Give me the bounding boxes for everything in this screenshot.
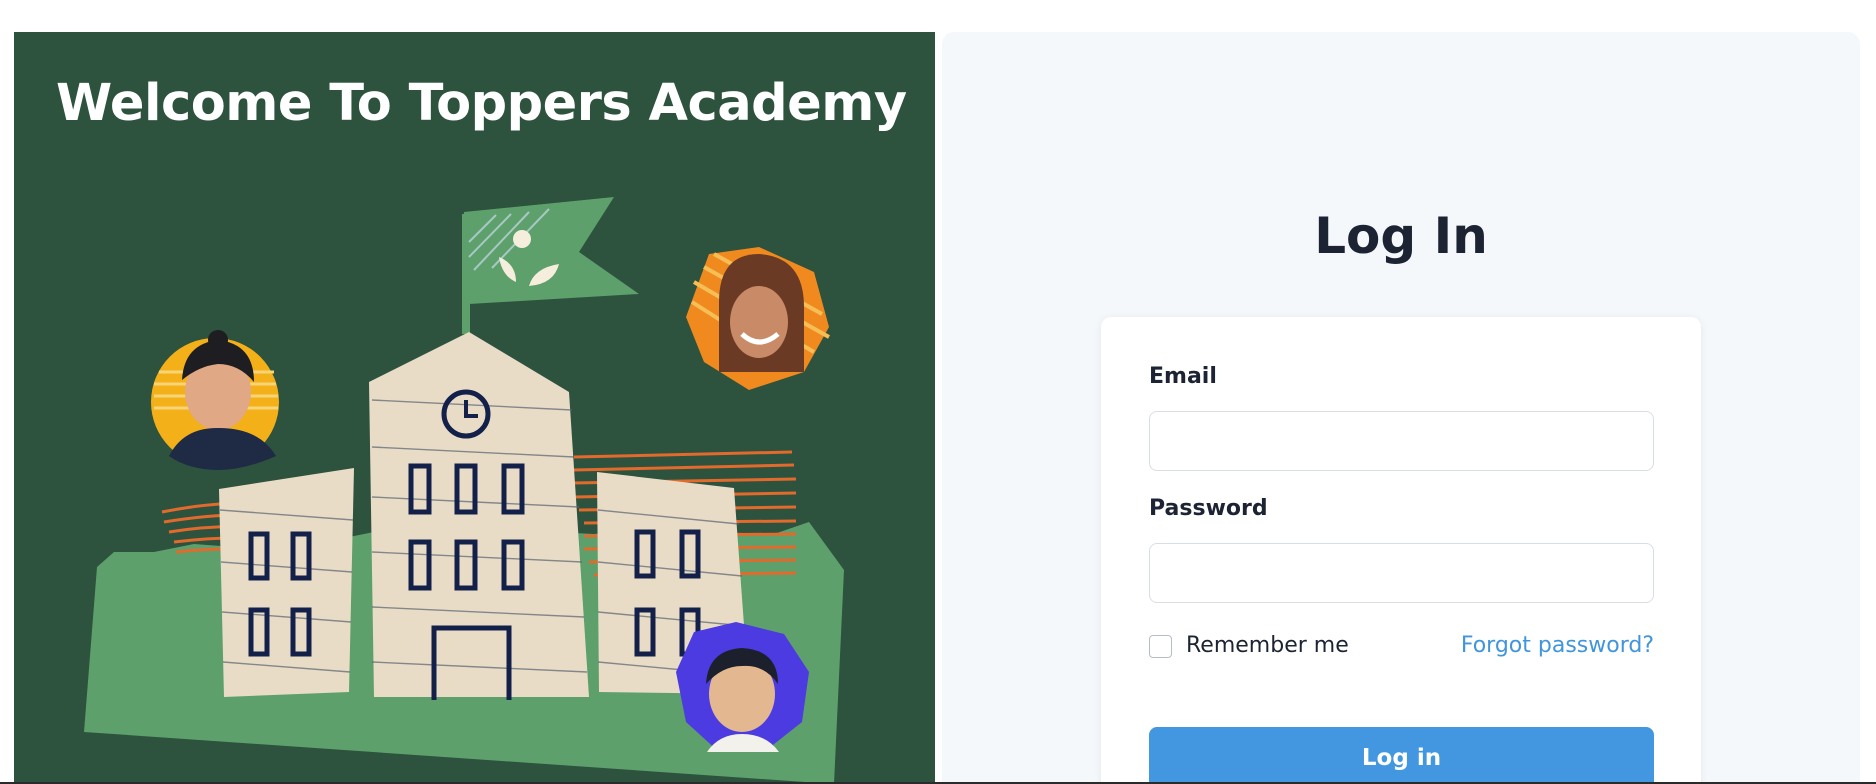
email-field[interactable] [1149, 411, 1654, 471]
forgot-password-link[interactable]: Forgot password? [1461, 633, 1654, 658]
student-avatar-right [686, 247, 830, 390]
password-label: Password [1149, 496, 1268, 521]
remember-me-label[interactable]: Remember me [1186, 633, 1349, 658]
remember-me-checkbox[interactable] [1149, 635, 1172, 658]
welcome-panel: Welcome To Toppers Academy [14, 32, 935, 784]
password-field[interactable] [1149, 543, 1654, 603]
login-form: Email Password Remember me Forgot passwo… [1101, 317, 1701, 784]
student-avatar-left [151, 330, 279, 470]
central-building [369, 332, 589, 700]
left-building [219, 468, 354, 697]
login-button[interactable]: Log in [1149, 727, 1654, 784]
flag-icon [462, 197, 639, 334]
email-label: Email [1149, 364, 1217, 389]
welcome-title: Welcome To Toppers Academy [56, 74, 907, 133]
school-illustration [84, 197, 844, 784]
login-heading: Log In [1314, 207, 1488, 265]
login-panel: Log In Email Password Remember me Forgot… [942, 32, 1860, 784]
